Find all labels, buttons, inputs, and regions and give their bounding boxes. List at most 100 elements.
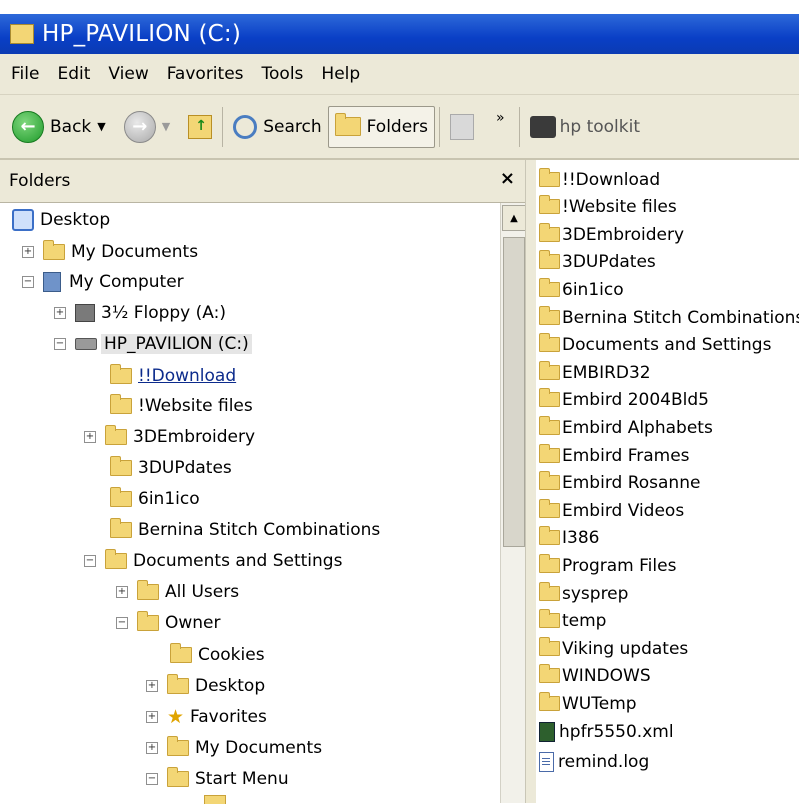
toolbar-overflow-chevron[interactable]: » [496, 110, 505, 126]
tree-item-floppy[interactable]: + 3½ Floppy (A:) [54, 298, 226, 328]
tree-item-cookies[interactable]: Cookies [170, 640, 265, 670]
list-item[interactable]: hpfr5550.xml [539, 718, 674, 745]
collapse-icon[interactable]: − [84, 555, 96, 567]
menu-edit[interactable]: Edit [57, 64, 90, 84]
expand-icon[interactable]: + [22, 246, 34, 258]
title-bar[interactable]: HP_PAVILION (C:) [0, 14, 799, 54]
folder-icon [539, 361, 560, 380]
tree-item-label: !Website files [138, 396, 253, 416]
back-button-label: Back [50, 116, 92, 137]
list-item-label: 3DEmbroidery [562, 224, 685, 245]
list-item[interactable]: temp [539, 607, 606, 634]
list-item-label: Embird Frames [562, 445, 690, 466]
list-item[interactable]: 3DUPdates [539, 248, 656, 275]
list-item[interactable]: Embird Rosanne [539, 469, 700, 496]
expand-icon[interactable]: + [146, 742, 158, 754]
tree-item-website-files[interactable]: !Website files [110, 391, 253, 421]
move-to-button[interactable] [444, 105, 480, 149]
drive-icon [75, 338, 97, 350]
tree-item-3dupdates[interactable]: 3DUPdates [110, 453, 232, 483]
list-item[interactable]: Embird Videos [539, 497, 684, 524]
desktop-icon [12, 209, 34, 231]
menu-tools[interactable]: Tools [262, 64, 304, 84]
collapse-icon[interactable]: − [116, 617, 128, 629]
menu-view[interactable]: View [108, 64, 148, 84]
folder-tree: Desktop + My Documents − My Computer + 3… [0, 203, 500, 804]
tree-item-label: HP_PAVILION (C:) [101, 334, 252, 354]
tree-item-owner[interactable]: − Owner [116, 608, 221, 638]
forward-button[interactable]: → ▼ [118, 105, 182, 149]
tree-item-label: !!Download [138, 366, 237, 386]
menu-help[interactable]: Help [321, 64, 360, 84]
list-item-label: Documents and Settings [562, 334, 772, 355]
folder-icon [539, 444, 560, 463]
back-arrow-icon: ← [12, 110, 44, 143]
tree-item-label: Start Menu [195, 769, 289, 789]
tree-item-owner-desktop[interactable]: + Desktop [146, 671, 265, 701]
folder-icon [539, 664, 560, 683]
hp-toolkit-button[interactable]: hp toolkit [524, 105, 646, 149]
list-item[interactable]: remind.log [539, 748, 649, 775]
list-item[interactable]: Bernina Stitch Combinations [539, 304, 799, 331]
expand-icon[interactable]: + [146, 711, 158, 723]
tree-item-documents-and-settings[interactable]: − Documents and Settings [84, 546, 342, 576]
folder-icon [110, 456, 132, 476]
tree-item-label: My Computer [69, 272, 184, 292]
tree-item-label: My Documents [71, 242, 199, 262]
star-icon: ★ [167, 705, 185, 728]
list-item[interactable]: !Website files [539, 193, 677, 220]
tree-item-bernina[interactable]: Bernina Stitch Combinations [110, 515, 380, 545]
list-item[interactable]: !!Download [539, 166, 660, 193]
list-item[interactable]: 3DEmbroidery [539, 221, 684, 248]
scrollbar-thumb[interactable] [503, 237, 525, 547]
list-item[interactable]: Viking updates [539, 635, 688, 662]
tree-item-3dembroidery[interactable]: + 3DEmbroidery [84, 422, 255, 452]
list-item[interactable]: WUTemp [539, 690, 637, 717]
folder-icon [167, 674, 189, 694]
scroll-up-arrow-icon[interactable]: ▲ [502, 205, 526, 231]
back-button[interactable]: ← Back ▼ [6, 105, 118, 149]
toolbar-separator [439, 106, 441, 147]
tree-item-owner-my-documents[interactable]: + My Documents [146, 733, 322, 763]
menu-file[interactable]: File [11, 64, 39, 84]
tree-item-hp-pavilion[interactable]: − HP_PAVILION (C:) [54, 329, 252, 359]
list-item[interactable]: EMBIRD32 [539, 359, 651, 386]
expand-icon[interactable]: + [54, 307, 66, 319]
list-item-label: remind.log [558, 751, 650, 772]
list-item[interactable]: Embird Alphabets [539, 414, 713, 441]
list-item[interactable]: WINDOWS [539, 662, 651, 689]
tree-item-my-computer[interactable]: − My Computer [22, 267, 184, 297]
folder-icon [137, 580, 159, 600]
close-folders-pane-icon[interactable]: × [500, 168, 515, 189]
folder-icon [167, 736, 189, 756]
list-item[interactable]: Documents and Settings [539, 331, 771, 358]
list-item[interactable]: Program Files [539, 552, 676, 579]
list-item[interactable]: 6in1ico [539, 276, 624, 303]
tree-item-6in1ico[interactable]: 6in1ico [110, 484, 200, 514]
tree-item-favorites[interactable]: + ★ Favorites [146, 702, 267, 732]
tree-item-start-menu[interactable]: − Start Menu [146, 764, 289, 794]
folders-button[interactable]: Folders [327, 105, 436, 148]
tree-item-label: 3DUPdates [138, 458, 232, 478]
search-button[interactable]: Search [227, 105, 327, 149]
up-folder-button[interactable]: ↑ [182, 105, 218, 149]
menu-favorites[interactable]: Favorites [167, 64, 244, 84]
tree-item-my-documents[interactable]: + My Documents [22, 237, 198, 267]
tree-vertical-scrollbar[interactable]: ▲ [500, 203, 526, 803]
forward-dropdown-icon[interactable]: ▼ [162, 120, 170, 133]
tree-item-download[interactable]: !!Download [110, 361, 236, 391]
expand-icon[interactable]: + [146, 680, 158, 692]
back-dropdown-icon[interactable]: ▼ [97, 120, 105, 133]
list-item[interactable]: Embird 2004Bld5 [539, 386, 709, 413]
list-item[interactable]: Embird Frames [539, 442, 690, 469]
tree-item-all-users[interactable]: + All Users [116, 577, 239, 607]
list-item[interactable]: I386 [539, 524, 599, 551]
collapse-icon[interactable]: − [22, 276, 34, 288]
tree-item-desktop[interactable]: Desktop [12, 205, 110, 235]
collapse-icon[interactable]: − [54, 338, 66, 350]
list-item[interactable]: sysprep [539, 580, 628, 607]
collapse-icon[interactable]: − [146, 773, 158, 785]
folders-button-label: Folders [366, 116, 429, 137]
expand-icon[interactable]: + [116, 586, 128, 598]
expand-icon[interactable]: + [84, 431, 96, 443]
